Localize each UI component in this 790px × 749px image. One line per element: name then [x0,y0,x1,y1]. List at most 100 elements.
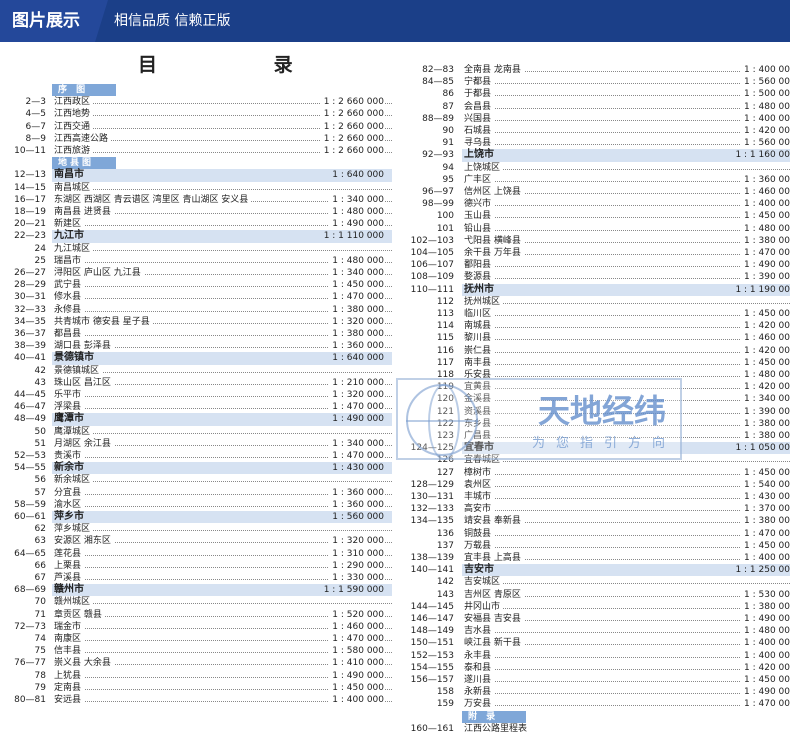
entry-label: 万安县 [464,699,495,710]
toc-entry: 127 樟树市 1 : 450 00 [398,466,790,479]
page-number: 10—11 [14,146,46,156]
map-scale: 1 : 430 000 [328,462,384,475]
toc-entry: 86 于都县 1 : 500 00 [398,88,790,101]
section-header: 附 录 [398,710,790,723]
entry-label: 吉安市 [464,564,497,576]
entry-label: 鹰潭市 [54,413,87,425]
map-scale: 1 : 530 00 [740,588,790,601]
page-number: 72—73 [14,621,46,632]
toc-entry: 138—139 宜丰县 上高县 1 : 400 00 [398,552,790,565]
map-scale: 1 : 430 00 [740,491,790,504]
entry-label: 吉水县 [464,626,495,637]
toc-entry: 159 万安县 1 : 470 00 [398,698,790,711]
map-scale: 1 : 470 00 [740,527,790,540]
map-scale: 1 : 450 00 [740,674,790,687]
page-number: 88—89 [422,113,454,124]
entry-label: 九江市 [54,230,87,242]
toc-entry: 90 石城县 1 : 420 00 [398,125,790,138]
toc-city-entry: 48—49 鹰潭市 1 : 490 000 [0,413,392,426]
map-scale: 1 : 320 000 [328,535,384,548]
map-scale: 1 : 390 00 [740,405,790,418]
entry-label: 丰城市 [464,492,495,502]
entry-label: 江西交通 [54,121,94,132]
entry-name: 萍乡城区 [52,523,392,535]
page-number: 18—19 [14,207,46,217]
map-scale: 1 : 470 000 [328,450,384,463]
entry-label: 广丰区 [464,174,495,185]
toc-entry: 2—3 江西政区 1 : 2 660 000 [0,96,392,109]
map-scale: 1 : 490 00 [740,259,790,272]
toc-entry: 94 上饶城区 [398,162,790,174]
toc-entry: 144—145 井冈山市 1 : 380 00 [398,600,790,613]
map-scale: 1 : 490 000 [328,413,384,426]
page-number: 148—149 [410,626,454,637]
page-number: 63 [34,536,46,547]
map-scale: 1 : 480 000 [328,206,384,219]
map-scale: 1 : 340 00 [740,393,790,406]
map-scale: 1 : 450 00 [740,308,790,321]
banner-slogan: 相信品质 信赖正版 [114,13,231,29]
page-number: 150—151 [410,638,454,649]
page-number: 154—155 [410,662,454,673]
page-number: 36—37 [14,329,46,339]
toc-entry: 18—19 南昌县 进贤县 1 : 480 000 [0,206,392,219]
entry-label: 上犹县 [54,670,85,681]
page-number: 142 [436,577,454,588]
toc-entry: 50 鹰潭城区 [0,426,392,438]
toc-entry: 154—155 泰和县 1 : 420 00 [398,661,790,674]
entry-label: 江西高速公路 [54,133,112,144]
map-scale: 1 : 490 00 [740,613,790,626]
page-number: 64—65 [14,548,46,559]
map-scale: 1 : 450 00 [740,356,790,369]
entry-label: 贵溪市 [54,451,85,461]
toc-entry: 116 崇仁县 1 : 420 00 [398,344,790,357]
entry-label: 宁都县 [464,77,495,88]
entry-label: 崇仁县 [464,345,495,356]
page-number: 80—81 [14,695,46,705]
map-scale: 1 : 460 00 [740,186,790,199]
page-number: 134—135 [410,516,454,527]
entry-label: 瑞昌市 [54,255,85,266]
map-scale: 1 : 1 590 000 [319,584,384,597]
map-scale: 1 : 380 00 [740,234,790,247]
entry-name: 吉安城区 [462,576,790,588]
page-number: 84—85 [422,77,454,88]
entry-label: 万载县 [464,540,495,551]
entry-label: 安源区 湘东区 [54,536,114,547]
toc-entry: 67 芦溪县 1 : 330 000 [0,572,392,585]
page-number: 112 [436,296,454,307]
toc-city-entry: 60—61 萍乡市 1 : 560 000 [0,511,392,524]
toc-entry: 28—29 武宁县 1 : 450 000 [0,279,392,292]
toc-entry: 70 赣州城区 [0,596,392,608]
entry-name: 九江城区 [52,243,392,255]
toc-entry: 128—129 袁州区 1 : 540 00 [398,478,790,491]
map-scale: 1 : 420 00 [740,381,790,394]
map-scale: 1 : 400 000 [328,694,384,707]
toc-entry: 100 玉山县 1 : 450 00 [398,210,790,223]
toc-title: 目 录 [138,54,348,76]
page-number: 95 [442,174,454,185]
entry-label: 兴国县 [464,113,495,124]
entry-label: 共青城市 德安县 星子县 [54,316,153,327]
entry-label: 于都县 [464,89,495,100]
page-number: 100 [436,211,454,222]
entry-name: 赣州城区 [52,596,392,608]
map-scale: 1 : 1 250 00 [731,564,790,577]
page-number: 128—129 [410,479,454,490]
entry-label: 上饶城区 [464,162,504,173]
page-number: 137 [436,540,454,551]
entry-label: 宜丰县 上高县 [464,553,524,563]
entry-label: 南昌城区 [54,182,94,193]
page-number: 106—107 [410,260,454,271]
page-number: 8—9 [25,133,46,144]
map-scale: 1 : 480 00 [740,222,790,235]
entry-label: 全南县 龙南县 [464,65,524,75]
map-scale: 1 : 380 000 [328,303,384,316]
page-number: 52—53 [14,451,46,461]
entry-label: 抚州城区 [464,296,504,307]
entry-label: 附 录 [468,711,499,722]
entry-label: 江西旅游 [54,146,94,156]
map-scale: 1 : 480 000 [328,254,384,267]
top-banner: 图片展示 相信品质 信赖正版 [0,0,790,42]
page-number: 12—13 [14,170,46,181]
